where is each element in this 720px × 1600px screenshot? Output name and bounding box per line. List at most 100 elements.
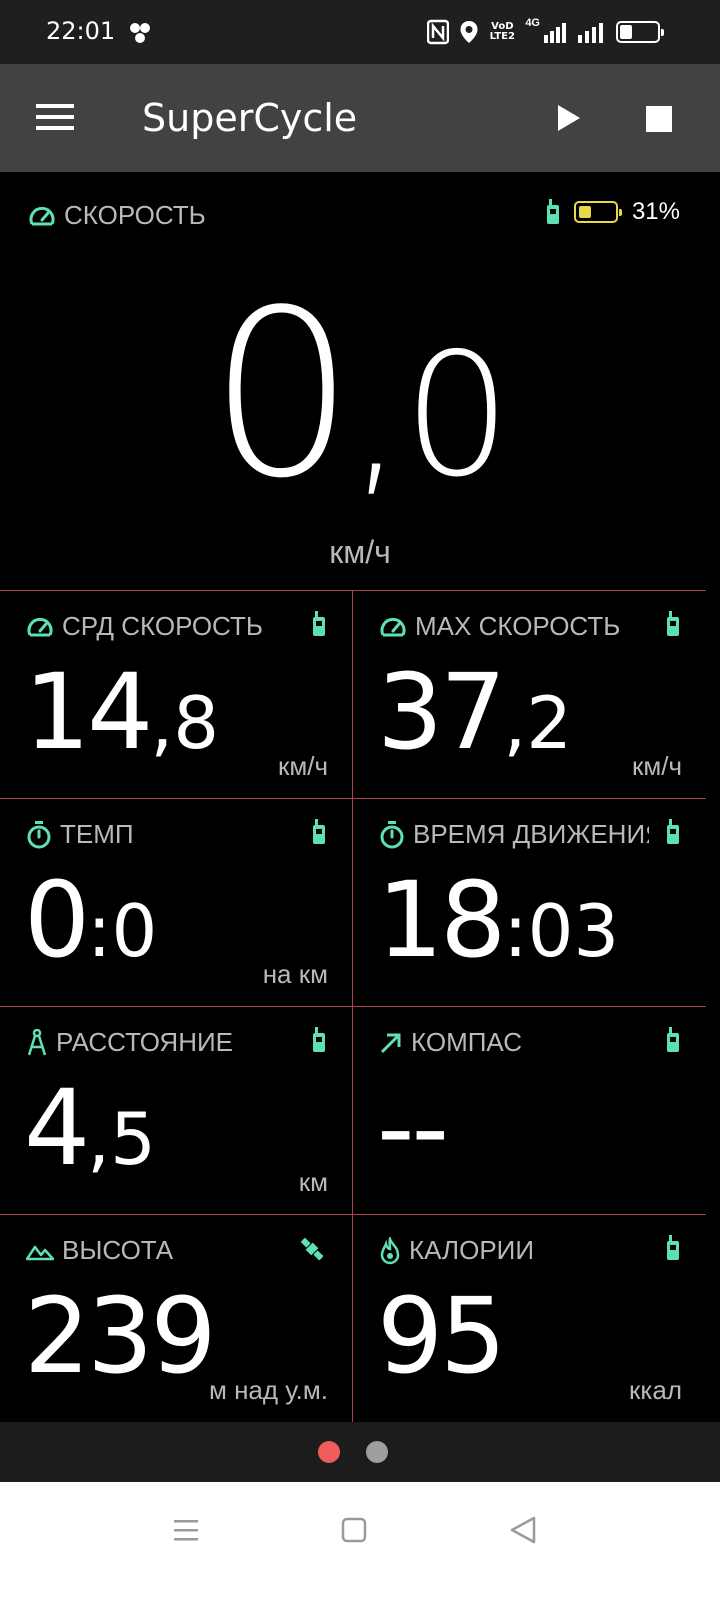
speed-panel[interactable]: СКОРОСТЬ 31% 0,0 км/ч xyxy=(0,172,720,590)
metric-label-text: MAX СКОРОСТЬ xyxy=(415,611,621,641)
metric-value-separator: , xyxy=(150,681,174,765)
play-button[interactable] xyxy=(552,102,584,134)
metric-value-dec: 03 xyxy=(527,889,620,973)
compass-drawing-icon xyxy=(26,1028,48,1057)
speed-unit: км/ч xyxy=(329,534,391,570)
back-icon[interactable] xyxy=(504,1510,544,1550)
home-icon[interactable] xyxy=(334,1510,374,1550)
metric-value: -- xyxy=(377,1067,449,1189)
metric-unit: км xyxy=(298,1167,328,1197)
speed-label: СКОРОСТЬ xyxy=(28,200,206,231)
stop-button[interactable] xyxy=(646,106,672,132)
metric-label: MAX СКОРОСТЬ xyxy=(379,611,620,642)
metric-label: РАССТОЯНИЕ xyxy=(26,1027,233,1058)
app-bar: SuperCycle xyxy=(0,64,720,172)
metric-card[interactable]: ТЕМП 0:0 на км xyxy=(0,798,353,1006)
phone-sensor-icon xyxy=(546,199,559,224)
mountain-icon xyxy=(26,1241,54,1261)
metric-card[interactable]: MAX СКОРОСТЬ 37,2 км/ч xyxy=(353,590,706,798)
sensor-battery-percent: 31% xyxy=(631,198,680,225)
metric-unit: ккал xyxy=(629,1375,682,1405)
speed-value-separator: , xyxy=(349,317,404,515)
stopwatch-icon xyxy=(379,820,405,849)
metric-card[interactable]: СРД СКОРОСТЬ 14,8 км/ч xyxy=(0,590,353,798)
phone-sensor-icon xyxy=(666,1235,680,1266)
metric-value-dec: 2 xyxy=(526,681,573,765)
system-nav-bar xyxy=(0,1482,720,1600)
page-indicator xyxy=(0,1422,720,1482)
metric-value: 37,2 xyxy=(377,651,572,773)
metric-label-text: СРД СКОРОСТЬ xyxy=(62,611,263,641)
metric-label: СРД СКОРОСТЬ xyxy=(26,611,263,642)
metric-card[interactable]: ВЫСОТА 239 м над у.м. xyxy=(0,1214,353,1422)
metric-value-dec: 5 xyxy=(110,1097,156,1181)
volte-icon: VoD LTE2 xyxy=(489,21,515,42)
metric-label-text: ТЕМП xyxy=(60,819,134,849)
speedometer-icon xyxy=(29,206,55,225)
app-title: SuperCycle xyxy=(142,96,358,140)
metric-label-text: КОМПАС xyxy=(411,1027,522,1057)
metric-value-separator: , xyxy=(87,1097,111,1181)
metric-value-int: 18 xyxy=(377,859,506,981)
metric-label: ТЕМП xyxy=(26,819,134,850)
metric-value: 95 xyxy=(377,1275,506,1397)
metric-value-separator: : xyxy=(503,889,528,973)
network-type: 4G xyxy=(525,17,540,29)
metric-unit: км/ч xyxy=(631,751,682,781)
phone-battery-icon xyxy=(616,21,664,43)
nfc-icon xyxy=(427,19,450,45)
stopwatch-icon xyxy=(26,820,52,849)
metric-value-separator: , xyxy=(503,681,527,765)
recents-menu-icon[interactable] xyxy=(166,1510,206,1550)
metric-unit: м над у.м. xyxy=(208,1375,328,1405)
metric-card[interactable]: КАЛОРИИ 95 ккал xyxy=(353,1214,706,1422)
metric-label: КАЛОРИИ xyxy=(379,1235,534,1266)
menu-icon[interactable] xyxy=(36,102,74,132)
metric-value: 18:03 xyxy=(377,859,619,981)
metric-label-text: ВЫСОТА xyxy=(62,1235,174,1265)
speed-value-dec: 0 xyxy=(403,317,512,515)
metric-value-dec: 8 xyxy=(173,681,220,765)
metric-card[interactable]: РАССТОЯНИЕ 4,5 км xyxy=(0,1006,353,1214)
speed-value-int: 0 xyxy=(208,262,355,529)
page-dot[interactable] xyxy=(366,1441,388,1463)
metric-value-separator: : xyxy=(87,889,112,973)
metric-label: ВЫСОТА xyxy=(26,1235,173,1266)
arrow-up-right-icon xyxy=(379,1031,403,1055)
metrics-grid: СРД СКОРОСТЬ 14,8 км/ч MAX СКОРОСТЬ 37,2 км/ч… xyxy=(0,590,706,1422)
signal-4g-icon: 4G xyxy=(525,17,568,45)
signal-icon xyxy=(578,23,603,43)
metric-unit: км/ч xyxy=(277,751,328,781)
phone-sensor-icon xyxy=(666,611,680,642)
phone-sensor-icon xyxy=(312,611,326,642)
metric-value-int: 0 xyxy=(24,859,90,981)
speed-label-text: СКОРОСТЬ xyxy=(64,200,206,230)
phone-sensor-icon xyxy=(312,1027,326,1058)
phone-sensor-icon xyxy=(666,1027,680,1058)
metric-unit: на км xyxy=(262,959,328,989)
metric-label-text: РАССТОЯНИЕ xyxy=(56,1027,234,1057)
phone-sensor-icon xyxy=(666,819,680,850)
satellite-icon xyxy=(298,1235,326,1268)
page-dot-active[interactable] xyxy=(318,1441,340,1463)
metric-label: ВРЕМЯ ДВИЖЕНИЯ xyxy=(379,819,649,850)
status-icons: VoD LTE2 4G xyxy=(427,17,664,46)
metric-value-int: 37 xyxy=(377,651,506,773)
metric-value-int: 95 xyxy=(377,1275,506,1397)
metric-value-int: 14 xyxy=(24,651,153,773)
location-icon xyxy=(460,21,478,43)
metric-value: 4,5 xyxy=(24,1067,156,1189)
metric-card[interactable]: ВРЕМЯ ДВИЖЕНИЯ 18:03 xyxy=(353,798,706,1006)
flame-icon xyxy=(379,1236,401,1265)
speedometer-icon xyxy=(26,615,54,639)
status-time: 22:01 xyxy=(46,17,116,45)
metric-label-text: КАЛОРИИ xyxy=(409,1235,535,1265)
sensor-status: 31% xyxy=(546,198,680,226)
metric-label-text: ВРЕМЯ ДВИЖЕНИЯ xyxy=(413,819,649,849)
speed-value: 0,0 xyxy=(0,262,720,529)
metric-value: 14,8 xyxy=(24,651,219,773)
metric-card[interactable]: КОМПАС -- xyxy=(353,1006,706,1214)
app-notification-icon xyxy=(130,23,150,43)
metric-value-int: 239 xyxy=(24,1275,217,1397)
metric-value-dec: 0 xyxy=(111,889,158,973)
